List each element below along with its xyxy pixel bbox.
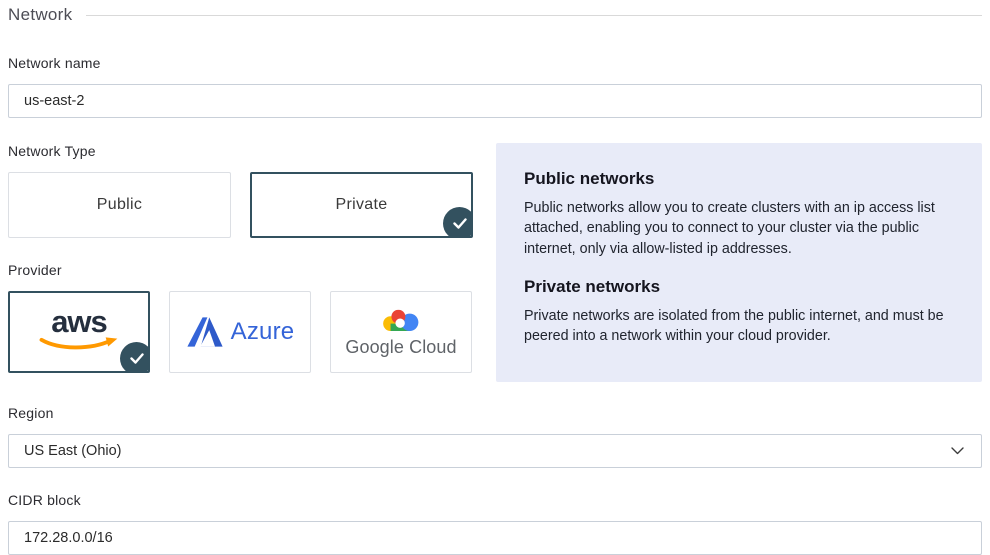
network-type-card-public[interactable]: Public	[8, 172, 231, 238]
azure-logo-text: Azure	[231, 318, 295, 346]
section-divider	[86, 15, 982, 16]
network-type-card-private-label: Private	[336, 196, 388, 214]
section-title: Network	[8, 5, 72, 25]
selected-badge	[443, 207, 473, 238]
network-form: Network Network name Network Type Public…	[0, 0, 990, 555]
azure-icon	[186, 315, 224, 349]
region-selected-value: US East (Ohio)	[24, 443, 122, 459]
region-label: Region	[8, 405, 982, 421]
region-select[interactable]: US East (Ohio)	[8, 434, 982, 468]
info-body-public: Public networks allow you to create clus…	[524, 198, 954, 259]
provider-card-azure[interactable]: Azure	[169, 291, 311, 373]
chevron-down-icon	[951, 447, 964, 455]
section-header: Network	[8, 5, 982, 25]
aws-logo: aws	[39, 308, 119, 352]
provider-card-google-cloud[interactable]: Google Cloud	[330, 291, 472, 373]
network-type-cards: Public Private	[8, 172, 473, 238]
selected-badge	[120, 342, 150, 373]
provider-cards: aws	[8, 291, 473, 373]
check-icon	[453, 218, 467, 229]
google-cloud-logo-text: Google Cloud	[345, 337, 456, 358]
left-column: Network Type Public Private Provider	[8, 143, 473, 382]
network-info-panel: Public networks Public networks allow yo…	[496, 143, 982, 382]
info-heading-public: Public networks	[524, 169, 954, 189]
aws-logo-text: aws	[51, 308, 107, 336]
network-type-card-public-label: Public	[97, 196, 142, 214]
network-name-label: Network name	[8, 55, 982, 71]
google-cloud-logo: Google Cloud	[345, 307, 456, 358]
provider-label: Provider	[8, 262, 473, 278]
type-provider-row: Network Type Public Private Provider	[8, 143, 982, 382]
aws-smile-icon	[39, 336, 119, 352]
network-name-input[interactable]	[8, 84, 982, 118]
network-type-label: Network Type	[8, 143, 473, 159]
network-type-card-private[interactable]: Private	[250, 172, 473, 238]
info-heading-private: Private networks	[524, 277, 954, 297]
info-body-private: Private networks are isolated from the p…	[524, 306, 954, 347]
google-cloud-icon	[381, 307, 421, 335]
azure-logo: Azure	[186, 315, 295, 349]
provider-card-aws[interactable]: aws	[8, 291, 150, 373]
cidr-block-input[interactable]	[8, 521, 982, 555]
check-icon	[130, 353, 144, 364]
cidr-block-label: CIDR block	[8, 492, 982, 508]
